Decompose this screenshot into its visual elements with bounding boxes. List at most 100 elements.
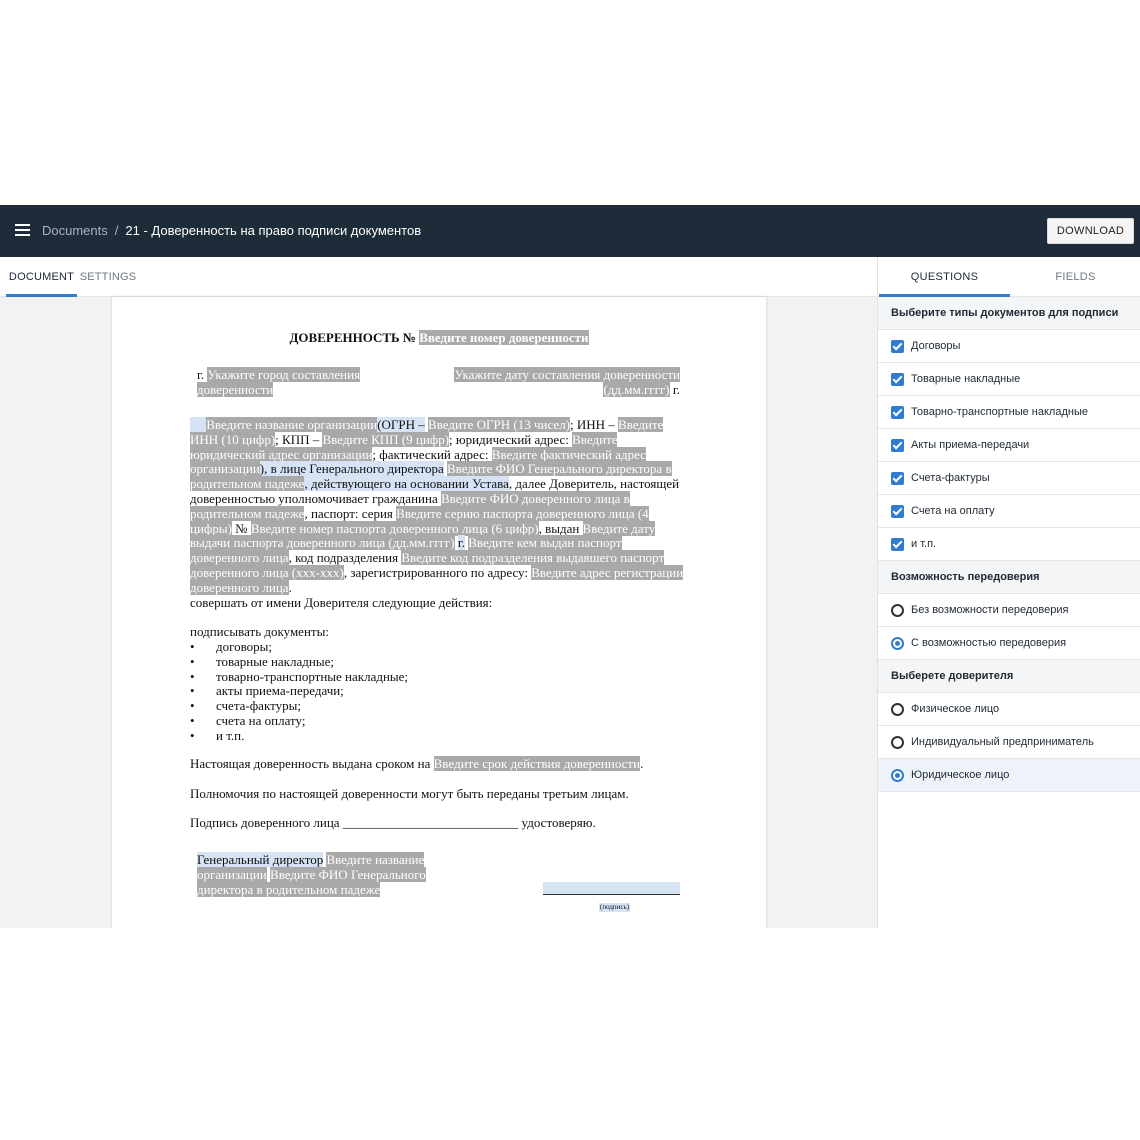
- term-end: .: [640, 756, 644, 771]
- top-bar: Documents / 21 - Доверенность на право под…: [0, 205, 1140, 257]
- tab-fields[interactable]: FIELDS: [1010, 257, 1140, 297]
- list-item: договоры;: [190, 639, 490, 655]
- text-passport: , паспорт: серия: [304, 505, 393, 521]
- option-label: Счета на оплату: [911, 505, 995, 517]
- term-line: Настоящая доверенность выдана сроком на …: [190, 756, 644, 772]
- section-document-types: Выберите типы документов для подписи: [878, 297, 1140, 330]
- placeholder-organization[interactable]: Введите название организации: [206, 417, 378, 432]
- breadcrumb-separator: /: [114, 223, 119, 238]
- placeholder-ogrn[interactable]: Введите ОГРН (13 чисел): [428, 417, 571, 432]
- checkbox-checked-icon[interactable]: [891, 472, 904, 485]
- radio-selected-icon[interactable]: [891, 769, 904, 782]
- radio-option-entrepreneur[interactable]: Индивидуальный предприниматель: [878, 726, 1140, 759]
- radio-unselected-icon[interactable]: [891, 703, 904, 716]
- checkbox-option-transport-waybills[interactable]: Товарно-транспортные накладные: [878, 396, 1140, 429]
- option-label: С возможностью передоверия: [911, 637, 1067, 649]
- checkbox-option-etc[interactable]: и т.п.: [878, 528, 1140, 561]
- main-paragraph: Введите название организации(ОГРН – Введ…: [190, 417, 690, 596]
- breadcrumb: Documents / 21 - Доверенность на право под…: [42, 222, 421, 240]
- option-label: Договоры: [911, 340, 961, 352]
- active-tab-indicator: [6, 294, 77, 297]
- checkbox-checked-icon[interactable]: [891, 505, 904, 518]
- app-window: Documents / 21 - Доверенность на право под…: [0, 205, 1140, 928]
- document-page: ДОВЕРЕННОСТЬ № Введите номер доверенност…: [112, 297, 766, 928]
- director-signature-block: Генеральный директор Введите название ор…: [197, 852, 437, 897]
- breadcrumb-documents-link[interactable]: Documents: [42, 223, 108, 238]
- text-actual-address: ; фактический адрес:: [372, 446, 489, 462]
- tab-questions[interactable]: QUESTIONS: [879, 257, 1010, 297]
- text-registered: , зарегистрированного по адресу:: [343, 564, 528, 580]
- checkbox-option-payment-bills[interactable]: Счета на оплату: [878, 495, 1140, 528]
- checkbox-option-invoices[interactable]: Счета-фактуры: [878, 462, 1140, 495]
- text-number-sign: №: [235, 520, 248, 536]
- date-suffix: г.: [672, 381, 680, 397]
- checkbox-checked-icon[interactable]: [891, 406, 904, 419]
- question-list: Выберите типы документов для подписи Дог…: [878, 297, 1140, 792]
- text-inn: ; ИНН –: [570, 417, 615, 432]
- text-director: ), в лице Генерального директора: [259, 461, 444, 477]
- list-item: товарно-транспортные накладные;: [190, 669, 490, 685]
- document-type-list: договоры; товарные накладные; товарно-тр…: [190, 639, 490, 744]
- checkbox-option-waybills[interactable]: Товарные накладные: [878, 363, 1140, 396]
- option-label: Юридическое лицо: [911, 769, 1010, 781]
- checkbox-checked-icon[interactable]: [891, 340, 904, 353]
- radio-option-legal-entity[interactable]: Юридическое лицо: [878, 759, 1140, 792]
- option-label: и т.п.: [911, 538, 937, 550]
- radio-option-individual[interactable]: Физическое лицо: [878, 693, 1140, 726]
- option-label: Физическое лицо: [911, 703, 1000, 715]
- text-legal-address: ; юридический адрес:: [449, 431, 569, 447]
- document-tabs: DOCUMENT SETTINGS: [0, 257, 877, 297]
- option-label: Без возможности передоверия: [911, 604, 1069, 616]
- signature-line: Подпись доверенного лица _______________…: [190, 815, 596, 830]
- checkbox-option-contracts[interactable]: Договоры: [878, 330, 1140, 363]
- panel-tabs: QUESTIONS FIELDS: [878, 257, 1140, 297]
- tab-document[interactable]: DOCUMENT: [6, 257, 77, 297]
- text-period: .: [288, 579, 292, 595]
- actions-line: совершать от имени Доверителя следующие …: [190, 595, 493, 610]
- checkbox-checked-icon[interactable]: [891, 439, 904, 452]
- option-label: Акты приема-передачи: [911, 439, 1030, 451]
- placeholder-date[interactable]: Укажите дату составления доверенности (д…: [454, 367, 680, 397]
- delegation-line: Полномочия по настоящей доверенности мог…: [190, 786, 629, 801]
- placeholder-number[interactable]: Введите номер доверенности: [419, 330, 589, 345]
- option-label: Счета-фактуры: [911, 472, 990, 484]
- city-prefix: г.: [197, 367, 205, 382]
- radio-unselected-icon[interactable]: [891, 604, 904, 617]
- checkbox-option-acceptance-acts[interactable]: Акты приема-передачи: [878, 429, 1140, 462]
- radio-selected-icon[interactable]: [891, 637, 904, 650]
- radio-unselected-icon[interactable]: [891, 736, 904, 749]
- text-year: г.: [457, 535, 465, 551]
- checkbox-checked-icon[interactable]: [891, 538, 904, 551]
- menu-icon[interactable]: [15, 224, 30, 237]
- text-ogrn: (ОГРН –: [377, 417, 425, 432]
- checkbox-checked-icon[interactable]: [891, 373, 904, 386]
- tab-settings[interactable]: SETTINGS: [78, 257, 138, 297]
- section-redelegation: Возможность передоверия: [878, 561, 1140, 594]
- text-issued: , выдан: [538, 520, 580, 536]
- doc-heading-prefix: ДОВЕРЕННОСТЬ №: [289, 330, 416, 345]
- text-department-code: , код подразделения: [288, 550, 399, 566]
- radio-option-no-redelegation[interactable]: Без возможности передоверия: [878, 594, 1140, 627]
- option-label: Товарно-транспортные накладные: [911, 406, 1088, 418]
- document-title: 21 - Доверенность на право подписи докум…: [125, 223, 422, 238]
- placeholder-kpp[interactable]: Введите КПП (9 цифр): [322, 431, 450, 447]
- term-text: Настоящая доверенность выдана сроком на: [190, 756, 431, 771]
- list-item: счета на оплату;: [190, 713, 490, 729]
- placeholder-term[interactable]: Введите срок действия доверенности: [433, 756, 641, 771]
- option-label: Индивидуальный предприниматель: [911, 736, 1094, 748]
- placeholder-city[interactable]: Укажите город составления доверенности: [197, 367, 361, 397]
- download-button[interactable]: DOWNLOAD: [1047, 218, 1134, 244]
- list-item: счета-фактуры;: [190, 698, 490, 714]
- option-label: Товарные накладные: [911, 373, 1021, 385]
- placeholder-passport-number[interactable]: Введите номер паспорта доверенного лица …: [250, 520, 539, 536]
- list-item: акты приема-передачи;: [190, 684, 490, 699]
- city-line: г. Укажите город составления доверенност…: [197, 367, 367, 398]
- sign-documents-label: подписывать документы:: [190, 624, 329, 639]
- signature-caption: (подпись): [599, 903, 631, 912]
- indent-highlight: [190, 417, 207, 432]
- radio-option-with-redelegation[interactable]: С возможностью передоверия: [878, 627, 1140, 660]
- document-panel: DOCUMENT SETTINGS ДОВЕРЕННОСТЬ № Введите…: [0, 257, 877, 928]
- doc-heading: ДОВЕРЕННОСТЬ № Введите номер доверенност…: [112, 330, 766, 346]
- questions-panel: QUESTIONS FIELDS Выберите типы документо…: [877, 257, 1140, 928]
- text-charter: , действующего на основании Устава: [304, 476, 509, 492]
